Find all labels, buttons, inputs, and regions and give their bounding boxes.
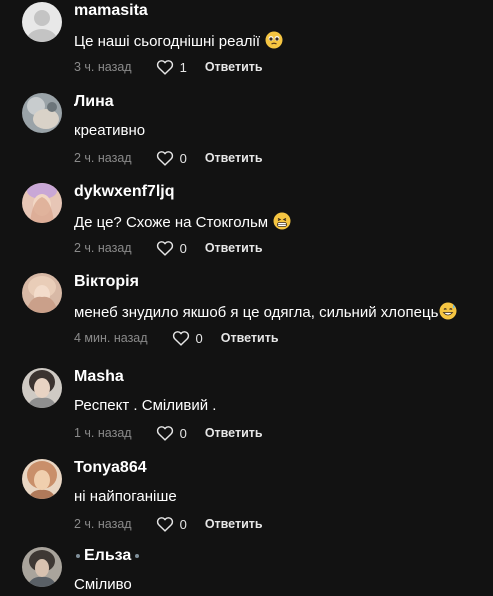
like-count: 0 [195,330,203,346]
comment-meta: 2 ч. назад 0 Ответить [74,514,263,534]
timestamp: 2 ч. назад [74,151,132,165]
comment-body: креативно [74,122,146,139]
timestamp: 1 ч. назад [74,426,132,440]
like-button[interactable]: 0 [156,240,187,256]
username[interactable]: mamasita [74,2,148,20]
reply-button[interactable]: Ответить [205,517,263,531]
comment-text: менеб знудило якшоб я це одягла, сильний… [74,302,457,324]
comment-meta: 1 ч. назад 0 Ответить [74,423,263,443]
comment-meta: 2 ч. назад 0 Ответить [74,148,263,168]
comment-meta: 2 ч. назад 0 Ответить [74,238,263,258]
grinning-sweat-face-icon [439,302,457,324]
like-button[interactable]: 1 [156,59,187,75]
timestamp: 4 мин. назад [74,331,148,345]
timestamp: 3 ч. назад [74,60,132,74]
avatar[interactable] [22,183,62,223]
pleading-face-icon [265,31,283,53]
avatar[interactable] [22,93,62,133]
comment-meta: 4 мин. назад 0 Ответить [74,328,279,348]
like-count: 0 [179,516,187,532]
heart-icon [172,331,189,346]
decoration-dot-icon [135,553,140,558]
reply-button[interactable]: Ответить [205,426,263,440]
comment-meta: 3 ч. назад 1 Ответить [74,57,263,77]
comment-item: Лина креативно 2 ч. назад 0 Ответить [0,91,493,181]
username[interactable]: Вікторія [74,273,139,291]
comment-body: Респект . Сміливий . [74,397,217,414]
like-count: 0 [179,425,187,441]
username[interactable]: Ельза [72,547,143,565]
like-count: 0 [179,150,187,166]
comment-item: Masha Респект . Сміливий . 1 ч. назад 0 … [0,366,493,456]
username[interactable]: dykwxenf7ljq [74,183,174,201]
heart-icon [156,151,173,166]
username-text: Ельза [84,547,132,564]
username[interactable]: Tonya864 [74,459,147,477]
comment-text: Сміливо [74,576,132,593]
avatar[interactable] [22,368,62,408]
heart-icon [156,60,173,75]
like-button[interactable]: 0 [156,425,187,441]
timestamp: 2 ч. назад [74,241,132,255]
comment-item: Tonya864 ні найпоганіше 2 ч. назад 0 Отв… [0,457,493,547]
comment-body: ні найпоганіше [74,488,177,505]
comment-text: креативно [74,122,145,139]
comment-text: Де це? Схоже на Стокгольм [74,212,291,234]
like-button[interactable]: 0 [172,330,203,346]
avatar[interactable] [22,547,62,587]
heart-icon [156,426,173,441]
comment-item: Ельза Сміливо [0,545,493,596]
comment-body: Сміливо [74,576,132,593]
comment-text: Респект . Сміливий . [74,397,216,414]
comment-text: Це наші сьогоднішні реалії [74,31,283,53]
username[interactable]: Лина [74,93,114,111]
like-count: 1 [179,59,187,75]
comment-item: mamasita Це наші сьогоднішні реалії 3 ч.… [0,0,493,90]
avatar[interactable] [22,2,62,42]
comment-item: dykwxenf7ljq Де це? Схоже на Стокгольм 2… [0,181,493,271]
timestamp: 2 ч. назад [74,517,132,531]
reply-button[interactable]: Ответить [205,60,263,74]
avatar[interactable] [22,273,62,313]
heart-icon [156,241,173,256]
avatar[interactable] [22,459,62,499]
grinning-face-icon [273,212,291,234]
comment-body: Це наші сьогоднішні реалії [74,33,261,50]
comment-text: ні найпоганіше [74,488,177,505]
comment-body: менеб знудило якшоб я це одягла, сильний… [74,304,439,321]
heart-icon [156,517,173,532]
reply-button[interactable]: Ответить [205,151,263,165]
reply-button[interactable]: Ответить [221,331,279,345]
like-button[interactable]: 0 [156,150,187,166]
username[interactable]: Masha [74,368,124,386]
comment-body: Де це? Схоже на Стокгольм [74,214,269,231]
like-button[interactable]: 0 [156,516,187,532]
decoration-dot-icon [76,553,80,558]
comment-item: Вікторія менеб знудило якшоб я це одягла… [0,271,493,361]
reply-button[interactable]: Ответить [205,241,263,255]
like-count: 0 [179,240,187,256]
